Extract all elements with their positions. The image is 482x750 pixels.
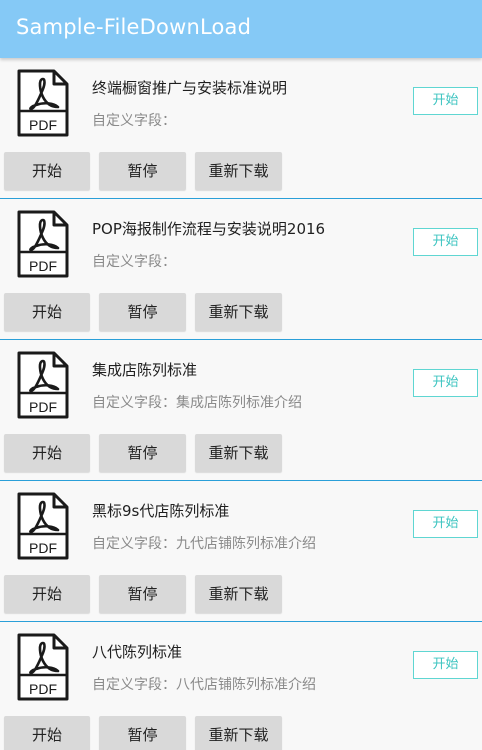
- item-subtitle: 自定义字段：九代店铺陈列标准介绍: [92, 536, 316, 552]
- download-list[interactable]: PDF 终端橱窗推广与安装标准说明 自定义字段： 开始 开始 暂停 重新下载 P…: [0, 58, 482, 750]
- pdf-icon-label: PDF: [29, 681, 57, 697]
- pdf-icon-label: PDF: [29, 540, 57, 556]
- list-item: PDF POP海报制作流程与安装说明2016 自定义字段： 开始 开始 暂停 重…: [0, 199, 482, 340]
- item-title: 集成店陈列标准: [92, 361, 198, 379]
- redownload-button[interactable]: 重新下载: [195, 152, 282, 190]
- pause-button[interactable]: 暂停: [99, 152, 186, 190]
- start-button[interactable]: 开始: [4, 716, 90, 750]
- item-subtitle: 自定义字段：: [92, 113, 176, 129]
- start-button[interactable]: 开始: [4, 575, 90, 613]
- pause-button[interactable]: 暂停: [99, 434, 186, 472]
- list-item: PDF 集成店陈列标准 自定义字段：集成店陈列标准介绍 开始 开始 暂停 重新下…: [0, 340, 482, 481]
- item-title: 黑标9s代店陈列标准: [92, 502, 230, 520]
- item-title: 终端橱窗推广与安装标准说明: [92, 79, 288, 97]
- pdf-file-icon: PDF: [17, 69, 69, 137]
- start-button[interactable]: 开始: [4, 434, 90, 472]
- pause-button[interactable]: 暂停: [99, 716, 186, 750]
- pdf-icon-label: PDF: [29, 117, 57, 133]
- list-item: PDF 黑标9s代店陈列标准 自定义字段：九代店铺陈列标准介绍 开始 开始 暂停…: [0, 481, 482, 622]
- side-start-button[interactable]: 开始: [413, 228, 478, 256]
- redownload-button[interactable]: 重新下载: [195, 293, 282, 331]
- start-button[interactable]: 开始: [4, 293, 90, 331]
- pdf-file-icon: PDF: [17, 351, 69, 419]
- pdf-icon-label: PDF: [29, 258, 57, 274]
- pdf-file-icon: PDF: [17, 210, 69, 278]
- pdf-file-icon: PDF: [17, 492, 69, 560]
- item-subtitle: 自定义字段：八代店铺陈列标准介绍: [92, 677, 316, 693]
- pdf-file-icon: PDF: [17, 633, 69, 701]
- item-title: POP海报制作流程与安装说明2016: [92, 220, 326, 238]
- side-start-button[interactable]: 开始: [413, 651, 478, 679]
- list-item: PDF 八代陈列标准 自定义字段：八代店铺陈列标准介绍 开始 开始 暂停 重新下…: [0, 622, 482, 750]
- redownload-button[interactable]: 重新下载: [195, 434, 282, 472]
- redownload-button[interactable]: 重新下载: [195, 575, 282, 613]
- pdf-icon-label: PDF: [29, 399, 57, 415]
- side-start-button[interactable]: 开始: [413, 87, 478, 115]
- side-start-button[interactable]: 开始: [413, 510, 478, 538]
- app-bar: Sample-FileDownLoad: [0, 0, 482, 58]
- pause-button[interactable]: 暂停: [99, 293, 186, 331]
- side-start-button[interactable]: 开始: [413, 369, 478, 397]
- pause-button[interactable]: 暂停: [99, 575, 186, 613]
- item-subtitle: 自定义字段：集成店陈列标准介绍: [92, 395, 302, 411]
- app-title: Sample-FileDownLoad: [16, 15, 252, 39]
- list-item: PDF 终端橱窗推广与安装标准说明 自定义字段： 开始 开始 暂停 重新下载: [0, 58, 482, 199]
- item-title: 八代陈列标准: [92, 643, 183, 661]
- item-subtitle: 自定义字段：: [92, 254, 176, 270]
- start-button[interactable]: 开始: [4, 152, 90, 190]
- redownload-button[interactable]: 重新下载: [195, 716, 282, 750]
